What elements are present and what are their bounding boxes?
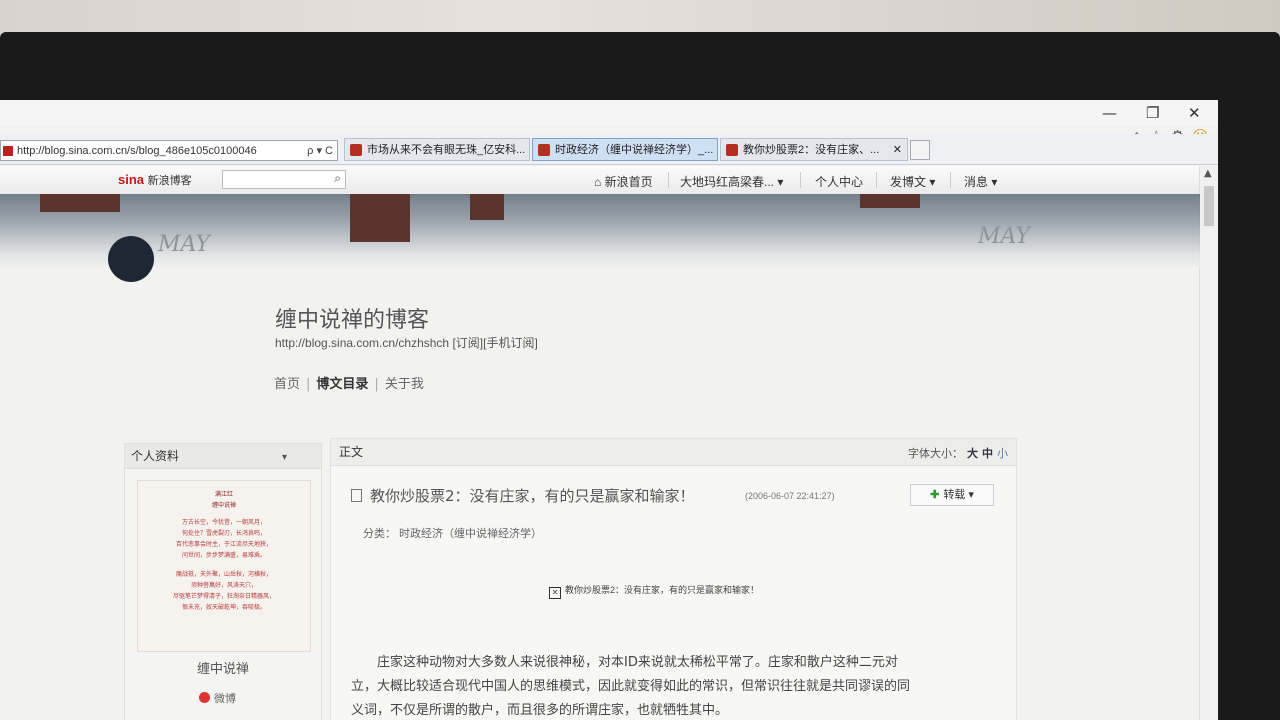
weibo-label: 微博 — [214, 693, 236, 705]
chevron-down-icon[interactable]: ▾ — [282, 446, 287, 470]
tab-label: 时政经济（缠中说禅经济学）_... — [555, 144, 714, 156]
font-size-medium[interactable]: 中 — [982, 448, 993, 460]
vertical-scrollbar[interactable]: ▲ — [1199, 166, 1218, 720]
site-favicon — [3, 146, 13, 156]
restore-button[interactable]: ❐ — [1146, 104, 1159, 122]
weibo-link[interactable]: 微博 — [199, 690, 236, 706]
tab-market[interactable]: 市场从来不会有眼无珠_亿安科... — [344, 138, 530, 161]
tab-label: 市场从来不会有眼无珠_亿安科... — [367, 144, 526, 156]
article-title: 教你炒股票2：没有庄家，有的只是赢家和输家！ — [351, 485, 695, 506]
nav-home-link[interactable]: 首页 — [274, 377, 300, 392]
article-date: (2006-06-07 22:41:27) — [745, 491, 835, 501]
nav-separator: | — [374, 377, 379, 392]
blog-title[interactable]: 缠中说禅的博客 — [275, 302, 429, 334]
tab-politics-economy[interactable]: 时政经济（缠中说禅经济学）_... — [532, 138, 718, 161]
nav-divider — [668, 172, 669, 188]
broken-image: ✕ 教你炒股票2：没有庄家，有的只是赢家和输家！ — [549, 583, 759, 599]
article-panel: 正文 字体大小： 大中小 教你炒股票2：没有庄家，有的只是赢家和输家！ (2006… — [330, 438, 1017, 720]
address-tab-row: http://blog.sina.com.cn/s/blog_486e105c0… — [0, 134, 1218, 165]
scroll-up-icon[interactable]: ▲ — [1204, 168, 1212, 179]
plus-icon: ✚ — [930, 489, 940, 501]
ink-blot — [108, 236, 154, 282]
brick-decoration — [470, 194, 504, 220]
tab-favicon — [726, 144, 738, 156]
repost-button[interactable]: ✚ 转载 ▾ — [910, 484, 994, 506]
tab-close-icon[interactable]: ✕ — [893, 139, 902, 160]
blog-nav: 首页 | 博文目录 | 关于我 — [274, 373, 424, 392]
chevron-down-icon: ▾ — [968, 489, 974, 501]
blog-url[interactable]: http://blog.sina.com.cn/chzhshch — [275, 336, 449, 350]
font-size-label: 字体大小： — [908, 448, 963, 460]
poem-line: 百代悲事会时主，于江流尽天地狭， — [175, 541, 272, 548]
poem-line: 何处住？雪虎裂刃，长鸿哀鸣， — [181, 530, 266, 537]
poem-title: 满江红 — [214, 491, 233, 498]
article-paragraph-line: 立，大概比较适合现代中国人的思维模式，因此就变得如此的常识，但常识往往就是共同谬… — [351, 679, 911, 694]
tab-label: 教你炒股票2：没有庄家、... — [743, 144, 880, 156]
image-alt-text: 教你炒股票2：没有庄家，有的只是赢家和输家！ — [565, 585, 760, 595]
address-tools[interactable]: ρ ▾ C — [307, 141, 333, 162]
brick-decoration — [350, 194, 410, 242]
poem-line: 须种菩萬好，风涛天穴， — [190, 582, 257, 589]
tab-favicon — [350, 144, 362, 156]
poem-line: 魔战祇，天外聚，山岳秋，河横秋， — [175, 571, 272, 578]
article-paragraph-line: 庄家这种动物对大多数人来说很神秘，对本ID来说就太稀松平常了。庄家和散户这种二元… — [351, 655, 898, 670]
profile-poem-image: 满江红 缠中说禅 万古长空，今犹昔，一朝风月， 何处住？雪虎裂刃，长鸿哀鸣， 百… — [137, 480, 311, 652]
nav-sina-home[interactable]: ⌂ 新浪首页 — [594, 173, 653, 190]
may-graffiti: MAY — [158, 232, 211, 257]
nav-personal-center[interactable]: 个人中心 — [815, 173, 863, 190]
poem-line: 万古长空，今犹昔，一朝风月， — [181, 519, 266, 526]
address-bar[interactable]: http://blog.sina.com.cn/s/blog_486e105c0… — [0, 140, 338, 161]
nav-catalog-link[interactable]: 博文目录 — [316, 377, 368, 392]
may-graffiti: MAY — [978, 224, 1031, 249]
brick-decoration — [40, 194, 120, 212]
poem-line: 尽驱笔芒梦得清子，狂淘奈日精器风， — [172, 593, 275, 600]
broken-image-icon: ✕ — [549, 587, 561, 599]
article-panel-title: 正文 — [339, 445, 364, 459]
nav-divider — [876, 172, 877, 188]
poem-line: 问世间，步步梦满盛，易难乘。 — [181, 552, 266, 559]
weibo-icon — [199, 692, 210, 703]
article-category[interactable]: 分类： 时政经济（缠中说禅经济学） — [363, 525, 542, 541]
article-paragraph-line: 义词，不仅是所谓的散户，而且很多的所谓庄家，也就牺牲其中。 — [351, 703, 729, 718]
profile-panel-header: 个人资料 ▾ — [125, 444, 321, 469]
browser-screen: — ❐ ✕ ⌂ ☆ ⚙ ☺ http://blog.sina.com.cn/s/… — [0, 100, 1218, 720]
font-size-small[interactable]: 小 — [997, 448, 1008, 460]
article-title-text: 教你炒股票2：没有庄家，有的只是赢家和输家！ — [370, 487, 695, 505]
font-size-large[interactable]: 大 — [967, 448, 978, 460]
nav-divider — [800, 172, 801, 188]
nav-separator: | — [306, 377, 311, 392]
tab-stock-lesson[interactable]: 教你炒股票2：没有庄家、... ✕ — [720, 138, 908, 161]
profile-name[interactable]: 缠中说禅 — [125, 658, 321, 677]
nav-messages[interactable]: 消息 ▾ — [964, 173, 997, 190]
poem-line — [138, 561, 310, 569]
sina-logo[interactable]: sina 新浪博客 — [118, 172, 192, 188]
close-window-button[interactable]: ✕ — [1188, 104, 1201, 122]
new-tab-button[interactable] — [910, 140, 930, 160]
search-icon[interactable]: ⌕ — [334, 171, 341, 186]
nav-divider — [950, 172, 951, 188]
nav-about-link[interactable]: 关于我 — [385, 377, 424, 392]
repost-label: 转载 — [943, 489, 966, 501]
mobile-subscribe-link[interactable]: [手机订阅] — [483, 336, 538, 350]
window-titlebar: — ❐ ✕ — [0, 100, 1218, 126]
profile-panel: 个人资料 ▾ 满江红 缠中说禅 万古长空，今犹昔，一朝风月， 何处住？雪虎裂刃，… — [124, 443, 322, 720]
brick-decoration — [860, 194, 920, 208]
subscribe-link[interactable]: [订阅] — [452, 336, 483, 350]
sina-toolbar: sina 新浪博客 ⌕ ⌂ 新浪首页 大地玛红高梁春... ▾ 个人中心 发博文… — [0, 166, 1200, 195]
profile-heading: 个人资料 — [131, 449, 180, 463]
sina-search-input[interactable]: ⌕ — [222, 170, 346, 189]
blog-url-line: http://blog.sina.com.cn/chzhshch [订阅][手机… — [275, 334, 538, 351]
nav-user-menu[interactable]: 大地玛红高梁春... ▾ — [680, 173, 783, 190]
sina-logo-sub: 新浪博客 — [147, 175, 192, 187]
minimize-button[interactable]: — — [1102, 104, 1117, 122]
sina-logo-mark: sina — [118, 172, 145, 187]
nav-post-blog[interactable]: 发博文 ▾ — [890, 173, 935, 190]
document-icon — [351, 489, 362, 502]
tab-favicon — [538, 144, 550, 156]
address-text: http://blog.sina.com.cn/s/blog_486e105c0… — [17, 145, 257, 157]
font-size-control: 字体大小： 大中小 — [908, 445, 1008, 461]
poem-author: 缠中说禅 — [211, 502, 236, 509]
scroll-thumb[interactable] — [1204, 186, 1214, 226]
poem-line: 恨未充，奴天破乾坤，吞吸极。 — [181, 604, 266, 611]
